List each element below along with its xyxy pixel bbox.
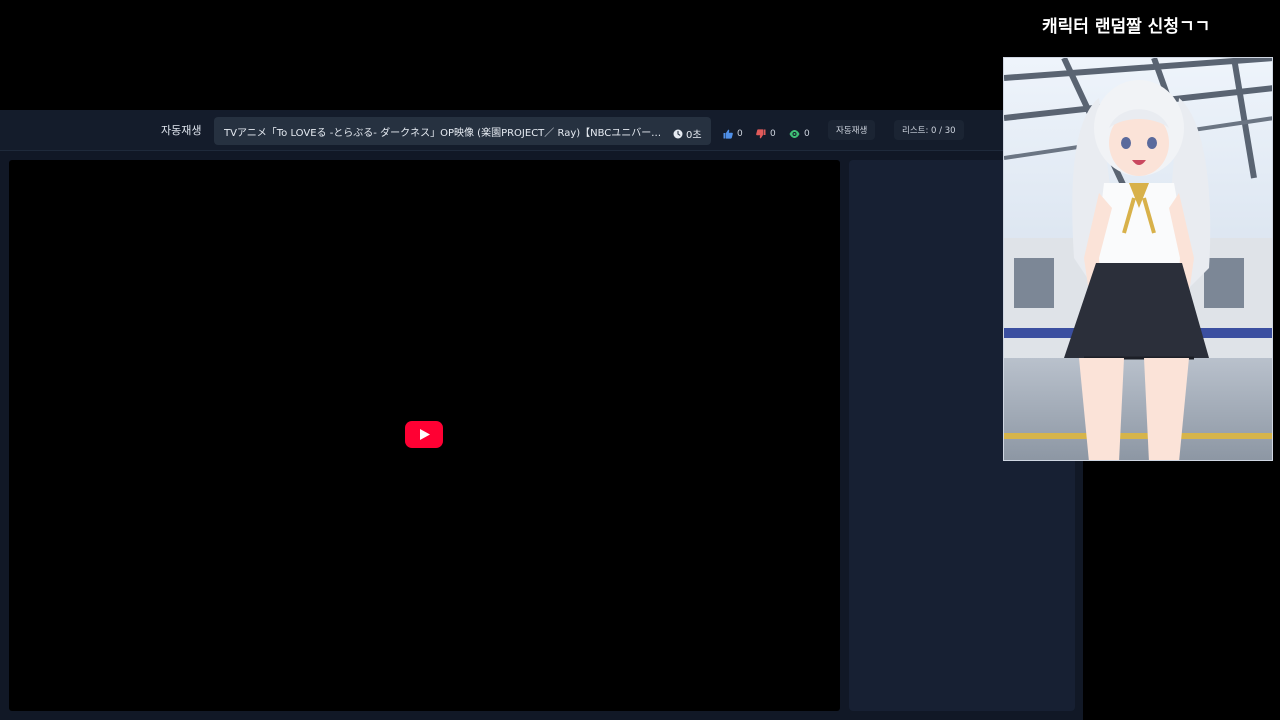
clock-icon <box>673 124 683 143</box>
timer: 0초 <box>673 124 702 143</box>
thumbs-up-icon <box>723 124 733 143</box>
dislike-counter[interactable]: 0 <box>756 124 776 143</box>
like-counter[interactable]: 0 <box>723 124 743 143</box>
view-counter: 0 <box>789 124 810 143</box>
eye-icon <box>789 124 800 143</box>
view-count: 0 <box>804 128 810 139</box>
player-toolbar: 자동재생 TVアニメ「To LOVEる -とらぶる- ダークネス」OP映像 (楽… <box>0 110 1083 151</box>
autoplay-button[interactable]: 자동재생 <box>828 120 876 140</box>
now-playing-box[interactable]: TVアニメ「To LOVEる -とらぶる- ダークネス」OP映像 (楽園PROJ… <box>214 117 711 145</box>
video-title: TVアニメ「To LOVEる -とらぶる- ダークネス」OP映像 (楽園PROJ… <box>224 128 669 139</box>
overlay-title: 캐릭터 랜덤짤 신청ㄱㄱ <box>1042 17 1211 37</box>
dislike-count: 0 <box>770 128 776 139</box>
autoplay-label: 자동재생 <box>161 124 202 137</box>
like-count: 0 <box>737 128 743 139</box>
list-count-button[interactable]: 리스트: 0 / 30 <box>894 120 964 140</box>
timer-text: 0초 <box>686 130 702 141</box>
character-image <box>1003 57 1273 461</box>
thumbs-down-icon <box>756 124 766 143</box>
youtube-play-icon[interactable] <box>405 421 443 448</box>
video-player[interactable] <box>9 160 840 711</box>
